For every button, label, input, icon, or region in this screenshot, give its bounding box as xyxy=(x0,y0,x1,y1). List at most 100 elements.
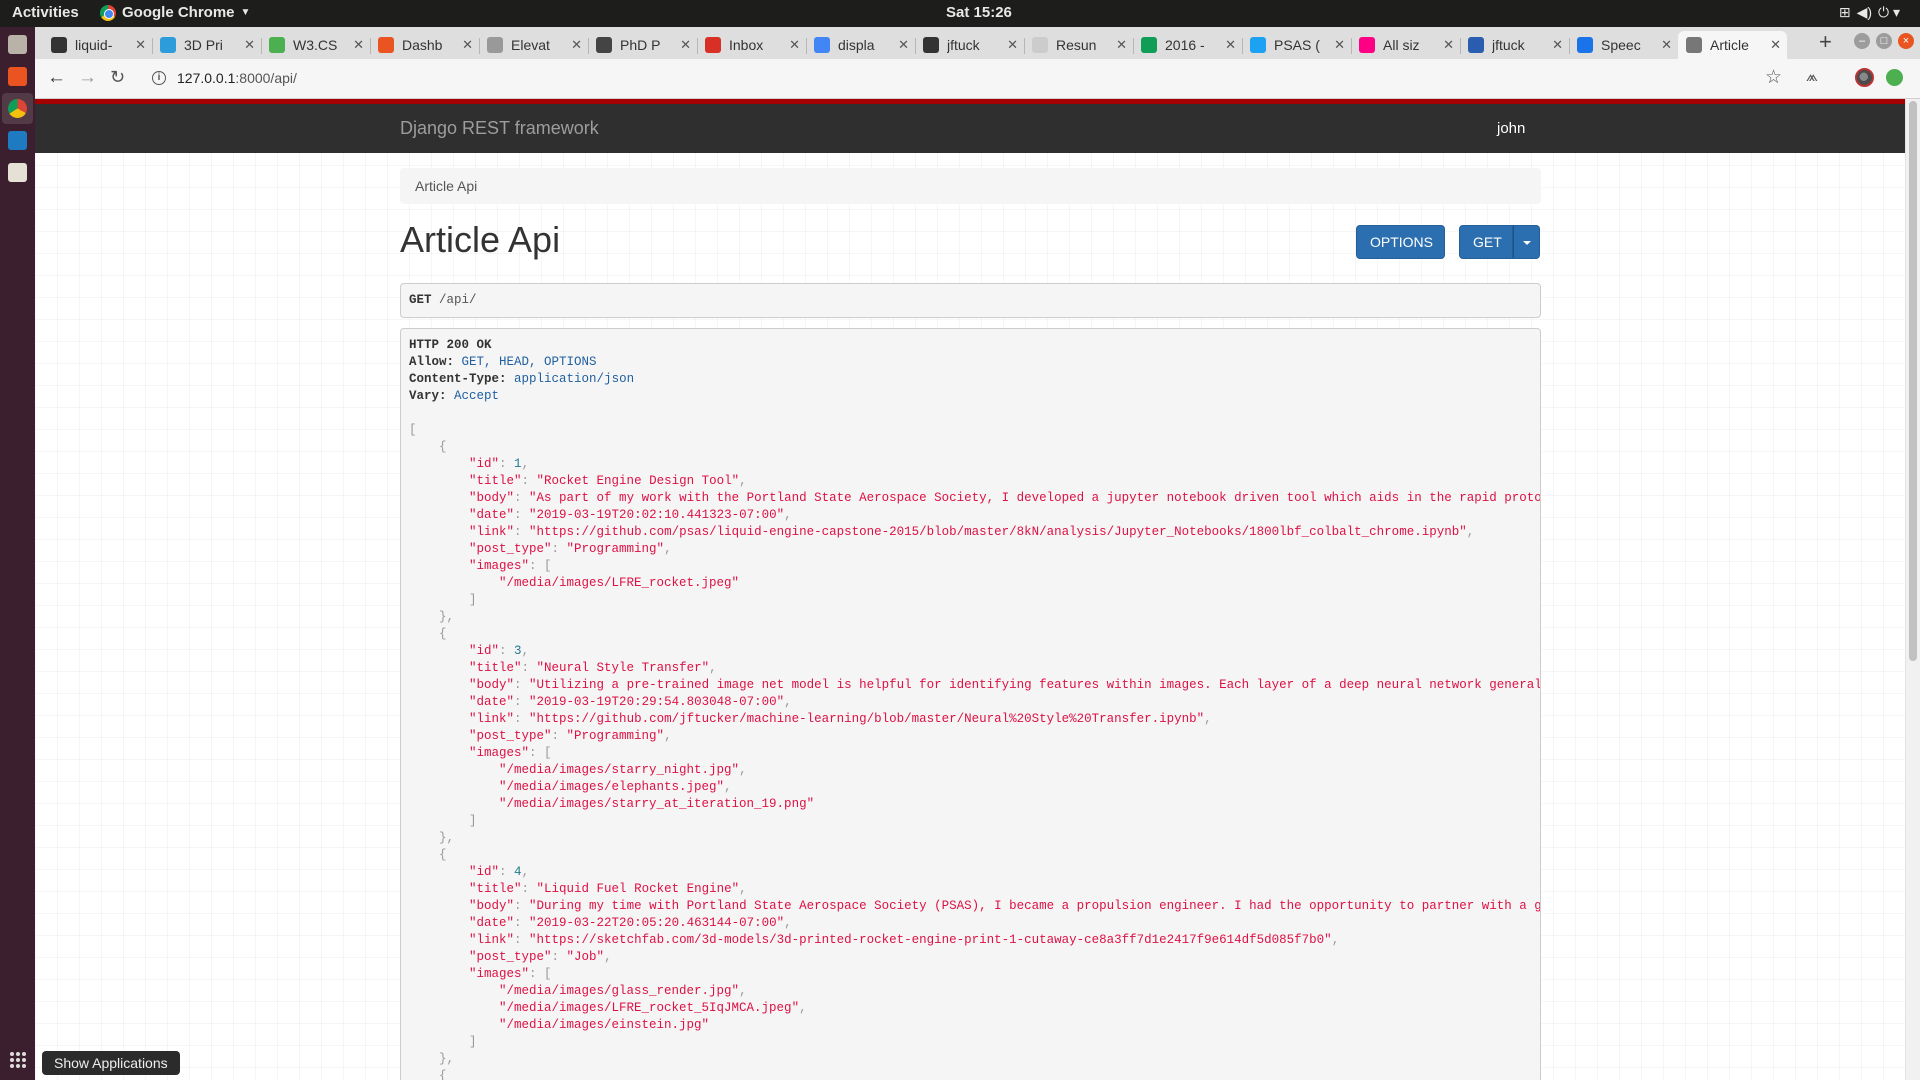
browser-tab[interactable]: Elevat ✕ xyxy=(479,31,588,59)
tab-favicon-icon xyxy=(705,37,721,53)
minimize-icon[interactable]: – xyxy=(1854,33,1870,49)
response-line: }, xyxy=(409,610,455,624)
json-link: "https://github.com/jftucker/machine-lea… xyxy=(529,712,1205,726)
page-scrollbar[interactable] xyxy=(1905,99,1920,1080)
browser-tab[interactable]: PSAS (✕ xyxy=(1242,31,1351,59)
json-field: "title": "Rocket Engine Design Tool", xyxy=(469,474,747,488)
extension-green-icon[interactable] xyxy=(1886,69,1903,86)
activities-button[interactable]: Activities xyxy=(12,4,79,21)
json-title: "Neural Style Transfer" xyxy=(536,661,710,675)
extension-icon[interactable]: ⩕ xyxy=(1806,68,1818,85)
browser-tab[interactable]: PhD P ✕ xyxy=(588,31,697,59)
json-field: "body": "During my time with Portland St… xyxy=(409,898,1540,915)
browser-tab[interactable]: 2016 - ✕ xyxy=(1133,31,1242,59)
vscode-icon[interactable] xyxy=(8,131,27,150)
tab-close-icon[interactable]: ✕ xyxy=(680,37,691,53)
page-title: Article Api xyxy=(400,219,561,260)
tab-close-icon[interactable]: ✕ xyxy=(1007,37,1018,53)
json-body: "Utilizing a pre-trained image net model… xyxy=(529,678,1541,692)
json-body: "During my time with Portland State Aero… xyxy=(529,899,1541,913)
tab-close-icon[interactable]: ✕ xyxy=(1116,37,1127,53)
tab-favicon-icon xyxy=(1468,37,1484,53)
json-id: 1 xyxy=(514,457,522,471)
tab-label: 3D Pri xyxy=(184,37,223,53)
tab-close-icon[interactable]: ✕ xyxy=(353,37,364,53)
tab-close-icon[interactable]: ✕ xyxy=(462,37,473,53)
json-field: "id": 1, xyxy=(469,457,530,471)
browser-toolbar: ← → ↻ i 127.0.0.1:8000/api/ ☆ ⩕ xyxy=(35,59,1920,99)
breadcrumb-item[interactable]: Article Api xyxy=(415,178,477,194)
clock[interactable]: Sat 15:26 xyxy=(946,4,1012,21)
software-center-icon[interactable] xyxy=(8,67,27,86)
browser-tab[interactable]: Article ✕ xyxy=(1678,31,1787,59)
json-field: "images": [ xyxy=(469,967,552,981)
tab-close-icon[interactable]: ✕ xyxy=(1225,37,1236,53)
tab-close-icon[interactable]: ✕ xyxy=(244,37,255,53)
tab-close-icon[interactable]: ✕ xyxy=(789,37,800,53)
tab-close-icon[interactable]: ✕ xyxy=(1770,37,1781,53)
tab-favicon-icon xyxy=(487,37,503,53)
drf-brand[interactable]: Django REST framework xyxy=(400,118,599,139)
browser-tab[interactable]: jftuck ✕ xyxy=(915,31,1024,59)
tab-label: Article xyxy=(1710,37,1749,53)
browser-tab[interactable]: liquid- ✕ xyxy=(43,31,152,59)
files-icon[interactable] xyxy=(8,35,27,54)
system-top-bar: Activities Google Chrome ▼ Sat 15:26 ⊞ ◀… xyxy=(0,0,1920,27)
tab-close-icon[interactable]: ✕ xyxy=(1443,37,1454,53)
tab-favicon-icon xyxy=(1141,37,1157,53)
tab-label: Speec xyxy=(1601,37,1641,53)
address-bar[interactable]: 127.0.0.1:8000/api/ xyxy=(177,70,297,86)
maximize-icon[interactable]: □ xyxy=(1876,33,1892,49)
tab-label: Elevat xyxy=(511,37,550,53)
tab-close-icon[interactable]: ✕ xyxy=(1552,37,1563,53)
show-applications-icon[interactable] xyxy=(10,1052,26,1068)
close-window-icon[interactable]: × xyxy=(1898,33,1914,49)
tab-close-icon[interactable]: ✕ xyxy=(135,37,146,53)
tab-favicon-icon xyxy=(596,37,612,53)
json-date: "2019-03-19T20:02:10.441323-07:00" xyxy=(529,508,785,522)
tab-label: PhD P xyxy=(620,37,661,53)
browser-tab[interactable]: Dashb ✕ xyxy=(370,31,479,59)
system-tray[interactable]: ⊞ ◀) ⏻ ▾ xyxy=(1839,4,1900,21)
text-editor-icon[interactable] xyxy=(8,163,27,182)
json-array-item: "/media/images/starry_at_iteration_19.pn… xyxy=(409,796,1532,813)
json-field: "images": [ xyxy=(469,559,552,573)
json-title: "Rocket Engine Design Tool" xyxy=(536,474,740,488)
tab-close-icon[interactable]: ✕ xyxy=(898,37,909,53)
tab-close-icon[interactable]: ✕ xyxy=(1661,37,1672,53)
browser-tab[interactable]: All siz ✕ xyxy=(1351,31,1460,59)
browser-tab[interactable]: displa ✕ xyxy=(806,31,915,59)
reload-icon[interactable]: ↻ xyxy=(110,67,125,88)
tab-favicon-icon xyxy=(269,37,285,53)
response-line: { xyxy=(409,627,447,641)
browser-tab[interactable]: jftuck ✕ xyxy=(1460,31,1569,59)
response-line: }, xyxy=(409,831,455,845)
tab-favicon-icon xyxy=(160,37,176,53)
json-field: "body": "Utilizing a pre-trained image n… xyxy=(409,677,1540,694)
tab-close-icon[interactable]: ✕ xyxy=(1334,37,1345,53)
chrome-icon[interactable] xyxy=(8,99,27,118)
scrollbar-thumb[interactable] xyxy=(1909,101,1917,661)
get-format-dropdown[interactable] xyxy=(1513,225,1540,259)
browser-tab[interactable]: W3.CS ✕ xyxy=(261,31,370,59)
user-menu[interactable]: john xyxy=(1497,120,1525,137)
forward-arrow-icon[interactable]: → xyxy=(78,67,97,89)
header-value: GET, HEAD, OPTIONS xyxy=(461,355,597,369)
site-info-icon[interactable]: i xyxy=(152,71,166,85)
back-arrow-icon[interactable]: ← xyxy=(47,67,66,89)
browser-tab[interactable]: Resun ✕ xyxy=(1024,31,1133,59)
browser-tab[interactable]: 3D Pri ✕ xyxy=(152,31,261,59)
json-field: "post_type": "Programming", xyxy=(469,729,672,743)
browser-tab[interactable]: Speec ✕ xyxy=(1569,31,1678,59)
get-button[interactable]: GET xyxy=(1459,225,1513,259)
bookmark-star-icon[interactable]: ☆ xyxy=(1765,66,1782,89)
app-menu[interactable]: Google Chrome ▼ xyxy=(100,4,250,21)
tab-favicon-icon xyxy=(1250,37,1266,53)
tab-close-icon[interactable]: ✕ xyxy=(571,37,582,53)
browser-tab[interactable]: Inbox ✕ xyxy=(697,31,806,59)
new-tab-button[interactable]: + xyxy=(1819,29,1832,55)
profile-avatar-icon[interactable] xyxy=(1855,68,1874,87)
response-line: ] xyxy=(409,814,477,828)
window-controls: – □ × xyxy=(1854,33,1914,49)
options-button[interactable]: OPTIONS xyxy=(1356,225,1445,259)
